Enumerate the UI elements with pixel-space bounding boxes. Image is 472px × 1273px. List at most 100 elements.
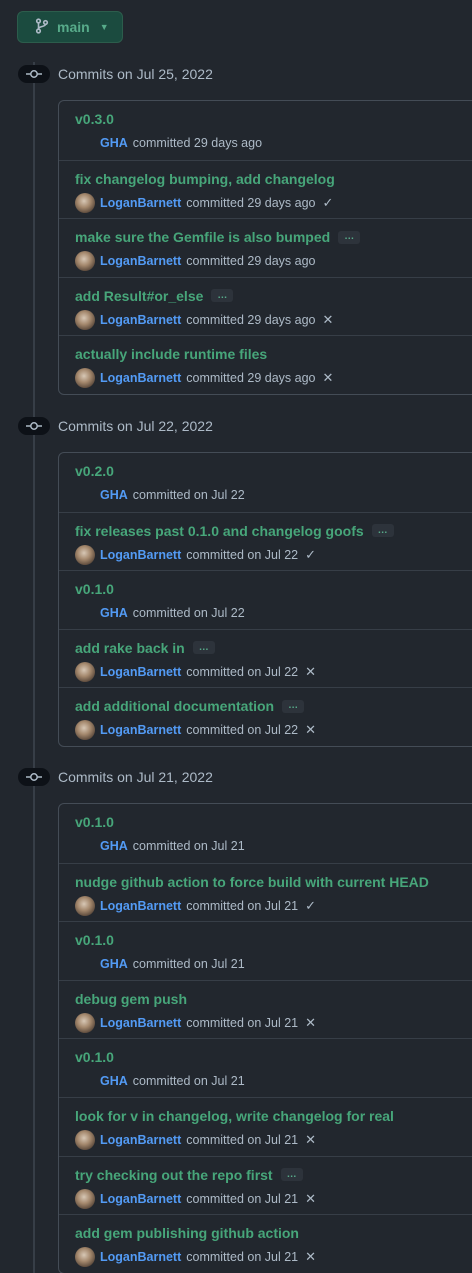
x-icon[interactable]: ✕ — [323, 370, 334, 386]
commit-time: committed on Jul 21 — [186, 1015, 299, 1030]
commit-title-link[interactable]: try checking out the repo first — [75, 1167, 273, 1183]
x-icon[interactable]: ✕ — [305, 1249, 316, 1265]
commit-author-link[interactable]: LoganBarnett — [100, 254, 181, 268]
avatar[interactable] — [75, 251, 95, 272]
commit-author-link[interactable]: LoganBarnett — [100, 1192, 181, 1206]
commit-title-link[interactable]: add additional documentation — [75, 698, 274, 714]
commit-author-link[interactable]: LoganBarnett — [100, 665, 181, 679]
commit-author-link[interactable]: GHA — [100, 606, 128, 620]
expand-message-button[interactable]: … — [192, 641, 215, 655]
commit-time: committed on Jul 21 — [186, 1191, 299, 1206]
check-icon[interactable]: ✓ — [305, 898, 316, 914]
avatar[interactable] — [75, 895, 95, 916]
commit-title-link[interactable]: debug gem push — [75, 991, 187, 1007]
commit-title-link[interactable]: add rake back in — [75, 640, 185, 656]
expand-message-button[interactable]: … — [371, 524, 394, 538]
commit-title-line: v0.1.0 — [75, 581, 114, 597]
commit-author-link[interactable]: LoganBarnett — [100, 1016, 181, 1030]
x-icon[interactable]: ✕ — [305, 1132, 316, 1148]
x-icon[interactable]: ✕ — [305, 1191, 316, 1207]
avatar[interactable] — [75, 368, 95, 389]
commit-meta: GHA committed on Jul 21 — [75, 836, 245, 856]
commit-author-link[interactable]: LoganBarnett — [100, 196, 181, 210]
commit-author-link[interactable]: GHA — [100, 957, 128, 971]
git-commit-icon — [18, 65, 50, 83]
expand-message-button[interactable]: … — [211, 289, 234, 303]
avatar[interactable] — [75, 1188, 95, 1209]
commit-meta: LoganBarnett committed on Jul 21 ✕ — [75, 1188, 316, 1209]
commit-author-link[interactable]: GHA — [100, 1074, 128, 1088]
commit-meta: GHA committed on Jul 22 — [75, 485, 245, 505]
branch-select-button[interactable]: main ▼ — [17, 11, 123, 43]
commit-title-link[interactable]: v0.1.0 — [75, 932, 114, 948]
commit-title-line: look for v in changelog, write changelog… — [75, 1108, 394, 1124]
commit-author-link[interactable]: GHA — [100, 488, 128, 502]
commit-title-link[interactable]: v0.2.0 — [75, 463, 114, 479]
commit-author-link[interactable]: LoganBarnett — [100, 723, 181, 737]
avatar[interactable] — [75, 1129, 95, 1150]
avatar-placeholder — [75, 485, 95, 505]
check-icon[interactable]: ✓ — [323, 195, 334, 211]
x-icon[interactable]: ✕ — [305, 1015, 316, 1031]
avatar-placeholder — [75, 133, 95, 153]
x-icon[interactable]: ✕ — [305, 664, 316, 680]
avatar[interactable] — [75, 544, 95, 565]
commit-author-link[interactable]: LoganBarnett — [100, 371, 181, 385]
expand-message-button[interactable]: … — [282, 699, 305, 713]
avatar[interactable] — [75, 1247, 95, 1268]
commit-row: add Result#or_else … LoganBarnett committed… — [59, 276, 472, 336]
commit-author-link[interactable]: GHA — [100, 839, 128, 853]
commit-time: committed 29 days ago — [186, 254, 316, 269]
expand-message-button[interactable]: … — [280, 1168, 303, 1182]
commit-title-link[interactable]: v0.1.0 — [75, 814, 114, 830]
commit-title-line: fix releases past 0.1.0 and changelog go… — [75, 523, 394, 539]
x-icon[interactable]: ✕ — [323, 312, 334, 328]
commit-meta: LoganBarnett committed on Jul 21 ✕ — [75, 1129, 316, 1150]
commit-author-link[interactable]: LoganBarnett — [100, 1133, 181, 1147]
git-branch-icon — [35, 17, 49, 37]
commit-title-line: v0.1.0 — [75, 932, 114, 948]
commit-meta: LoganBarnett committed on Jul 22 ✕ — [75, 661, 316, 682]
avatar[interactable] — [75, 192, 95, 213]
commit-row: v0.1.0 GHA committed on Jul 21 — [59, 921, 472, 980]
commit-author-link[interactable]: LoganBarnett — [100, 899, 181, 913]
commit-row: debug gem push LoganBarnett committed on J… — [59, 979, 472, 1039]
expand-message-button[interactable]: … — [338, 230, 361, 244]
avatar[interactable] — [75, 1012, 95, 1033]
commit-title-link[interactable]: v0.1.0 — [75, 1049, 114, 1065]
avatar[interactable] — [75, 661, 95, 682]
commit-meta: LoganBarnett committed 29 days ago ✓ — [75, 192, 334, 213]
avatar-placeholder — [75, 1071, 95, 1091]
commit-time: committed 29 days ago — [132, 136, 263, 150]
commit-title-link[interactable]: look for v in changelog, write changelog… — [75, 1108, 394, 1124]
commit-title-link[interactable]: make sure the Gemfile is also bumped — [75, 229, 330, 245]
commit-title-link[interactable]: add gem publishing github action — [75, 1225, 299, 1241]
commit-title-line: make sure the Gemfile is also bumped … — [75, 229, 361, 245]
commit-title-link[interactable]: v0.1.0 — [75, 581, 114, 597]
avatar[interactable] — [75, 720, 95, 741]
commit-author-link[interactable]: LoganBarnett — [100, 1250, 181, 1264]
commit-group-date: Commits on Jul 21, 2022 — [58, 769, 213, 785]
commit-meta: GHA committed on Jul 22 — [75, 603, 245, 623]
commit-row: fix releases past 0.1.0 and changelog go… — [59, 511, 472, 571]
commit-title-line: debug gem push — [75, 991, 187, 1007]
commit-title-link[interactable]: add Result#or_else — [75, 288, 203, 304]
avatar[interactable] — [75, 309, 95, 330]
commit-row: v0.2.0 GHA committed on Jul 22 — [59, 453, 472, 512]
commit-row: actually include runtime files LoganBarne… — [59, 335, 472, 394]
commit-time: committed on Jul 22 — [132, 606, 245, 621]
x-icon[interactable]: ✕ — [305, 722, 316, 738]
commit-title-link[interactable]: actually include runtime files — [75, 346, 267, 362]
commit-title-link[interactable]: fix changelog bumping, add changelog — [75, 171, 335, 187]
commit-row: v0.1.0 GHA committed on Jul 22 — [59, 570, 472, 629]
commit-author-link[interactable]: LoganBarnett — [100, 548, 181, 562]
commit-time: committed on Jul 22 — [132, 488, 245, 502]
commit-title-link[interactable]: nudge github action to force build with … — [75, 874, 429, 890]
check-icon[interactable]: ✓ — [305, 547, 316, 563]
commit-author-link[interactable]: GHA — [100, 136, 128, 150]
commit-title-link[interactable]: fix releases past 0.1.0 and changelog go… — [75, 523, 364, 539]
commit-time: committed on Jul 21 — [132, 1074, 245, 1089]
commit-author-link[interactable]: LoganBarnett — [100, 313, 181, 327]
commit-title-link[interactable]: v0.3.0 — [75, 111, 114, 127]
commit-meta: GHA committed on Jul 21 — [75, 1071, 245, 1091]
